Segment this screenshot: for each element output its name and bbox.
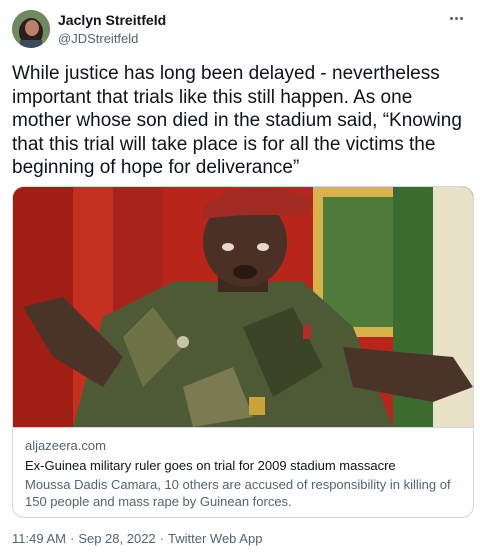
tweet-date[interactable]: Sep 28, 2022 [78,531,155,546]
separator: · [69,531,75,546]
tweet-text: While justice has long been delayed - ne… [12,63,462,178]
tweet-source[interactable]: Twitter Web App [168,531,262,546]
card-meta: aljazeera.com Ex-Guinea military ruler g… [13,427,473,517]
card-title: Ex-Guinea military ruler goes on trial f… [25,458,396,473]
avatar-portrait [12,10,50,48]
author-name[interactable]: Jaclyn Streitfeld [58,12,166,28]
separator: · [159,531,165,546]
card-description: Moussa Dadis Camara, 10 others are accus… [25,477,451,509]
card-photo [13,187,473,427]
more-options-button[interactable] [444,8,468,28]
more-horizontal-icon [449,16,463,20]
link-card[interactable]: aljazeera.com Ex-Guinea military ruler g… [12,186,474,518]
tweet-metadata: 11:49 AM · Sep 28, 2022 · Twitter Web Ap… [12,531,262,546]
tweet-time[interactable]: 11:49 AM [12,531,66,546]
card-image [13,187,473,427]
card-domain: aljazeera.com [25,438,106,453]
author-avatar[interactable] [12,10,50,48]
author-handle[interactable]: @JDStreitfeld [58,31,138,46]
